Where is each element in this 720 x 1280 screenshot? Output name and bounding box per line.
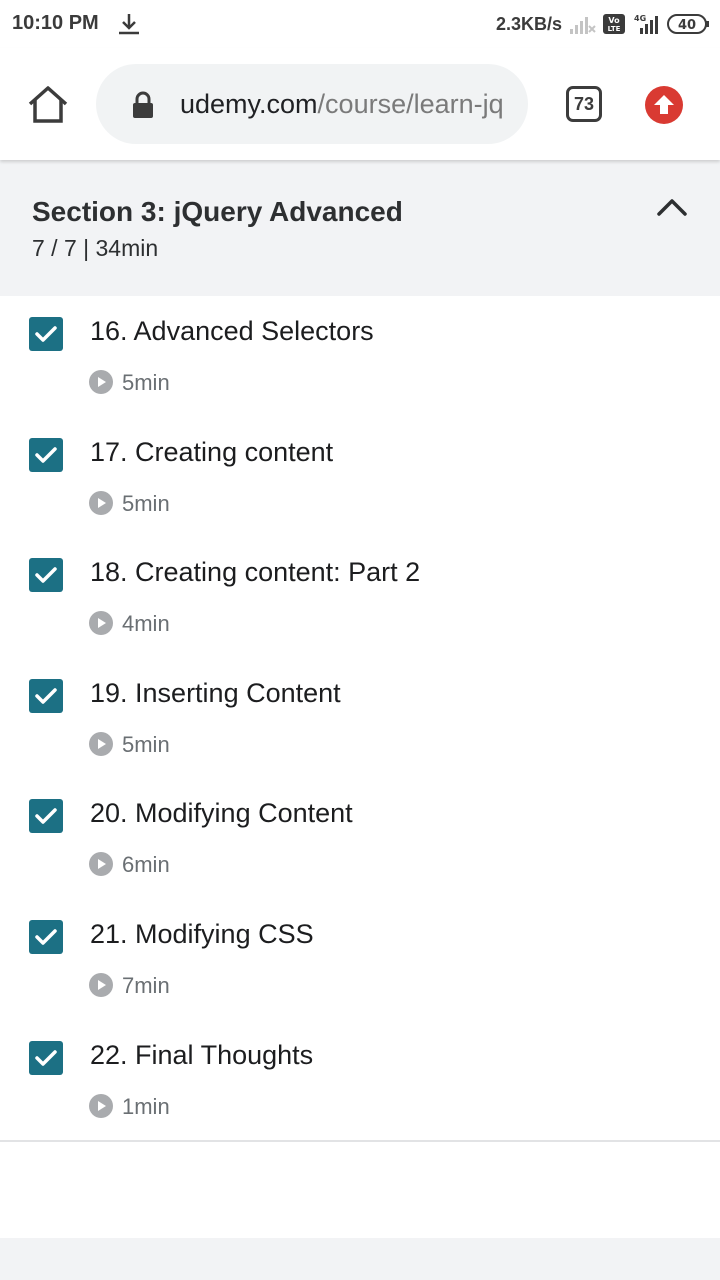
battery-level: 40 (678, 18, 696, 33)
lecture-title: 18. Creating content: Part 2 (90, 557, 421, 588)
browser-toolbar: udemy.com/course/learn-jq 73 (0, 48, 720, 160)
section-title: Section 3: jQuery Advanced (32, 196, 403, 227)
section-meta: 7 / 7 | 34min (32, 235, 159, 261)
lecture-checkbox[interactable] (29, 678, 63, 713)
lecture-checkbox[interactable] (29, 317, 63, 351)
lecture-title: 19. Inserting Content (90, 677, 341, 708)
lecture-duration: 7min (122, 972, 170, 998)
checkmark-icon (35, 688, 57, 704)
lecture-checkbox[interactable] (29, 558, 63, 593)
lecture-duration: 5min (122, 490, 170, 516)
lecture-duration: 5min (122, 731, 170, 757)
lecture-duration: 4min (122, 611, 170, 637)
url-path: /course/learn-jq (317, 89, 504, 119)
play-icon (89, 731, 113, 756)
lecture-duration: 1min (122, 1093, 170, 1119)
svg-text:LTE: LTE (608, 25, 621, 33)
status-bar: 10:10 PM 2.3KB/s Vo LTE 4G 40 (0, 0, 720, 48)
address-bar[interactable]: udemy.com/course/learn-jq (96, 64, 528, 144)
play-icon (89, 972, 113, 997)
lecture-checkbox[interactable] (29, 1040, 63, 1075)
lecture-item[interactable]: 17. Creating content 5min (0, 417, 720, 538)
status-indicators: 2.3KB/s Vo LTE 4G 40 (496, 10, 710, 38)
signal-icon (570, 17, 596, 34)
lecture-item[interactable]: 20. Modifying Content 6min (0, 778, 720, 899)
checkmark-icon (35, 1049, 57, 1066)
url-text[interactable]: udemy.com/course/learn-jq (180, 89, 510, 120)
play-icon (89, 611, 113, 636)
status-time: 10:10 PM (12, 12, 99, 34)
lecture-title: 22. Final Thoughts (90, 1039, 314, 1070)
home-icon[interactable] (26, 84, 70, 124)
lecture-item[interactable]: 18. Creating content: Part 2 4min (0, 537, 720, 658)
play-icon (89, 490, 113, 515)
update-button[interactable] (645, 86, 683, 124)
checkmark-icon (35, 446, 57, 463)
divider (0, 1140, 720, 1142)
battery-icon: 40 (667, 14, 709, 34)
lecture-duration: 5min (122, 370, 170, 395)
lecture-duration: 6min (122, 852, 170, 878)
lecture-checkbox[interactable] (29, 437, 63, 472)
checkmark-icon (35, 808, 57, 825)
svg-text:Vo: Vo (608, 16, 620, 25)
lecture-checkbox[interactable] (29, 799, 63, 834)
checkmark-icon (35, 929, 57, 945)
download-icon (119, 14, 139, 35)
checkmark-icon (35, 567, 57, 583)
lecture-item[interactable]: 22. Final Thoughts 1min (0, 1020, 720, 1141)
lecture-title: 16. Advanced Selectors (90, 316, 374, 346)
arrow-up-icon (654, 95, 674, 114)
signal-icon-4g: 4G (634, 14, 658, 34)
lecture-item[interactable]: 16. Advanced Selectors 5min (0, 296, 720, 417)
tab-switcher-button[interactable]: 73 (566, 86, 602, 122)
play-icon (89, 1093, 113, 1118)
lecture-item[interactable]: 19. Inserting Content 5min (0, 658, 720, 779)
lecture-list: 16. Advanced Selectors 5min 17. Creating… (0, 296, 720, 1140)
chevron-up-icon[interactable] (654, 194, 690, 220)
bottom-panel (0, 1238, 720, 1280)
lecture-item[interactable]: 21. Modifying CSS 7min (0, 899, 720, 1020)
volte-icon: Vo LTE (603, 14, 625, 34)
lecture-title: 20. Modifying Content (90, 798, 353, 829)
play-icon (89, 852, 113, 877)
lecture-checkbox[interactable] (29, 919, 63, 954)
lock-icon (133, 91, 153, 118)
network-speed: 2.3KB/s (495, 13, 562, 34)
checkmark-icon (35, 326, 57, 342)
lecture-title: 21. Modifying CSS (90, 918, 314, 949)
section-header[interactable]: Section 3: jQuery Advanced 7 / 7 | 34min (0, 160, 720, 296)
play-icon (89, 370, 113, 394)
lecture-title: 17. Creating content (90, 436, 334, 467)
url-domain: udemy.com (180, 89, 318, 119)
network-type: 4G (634, 14, 646, 23)
